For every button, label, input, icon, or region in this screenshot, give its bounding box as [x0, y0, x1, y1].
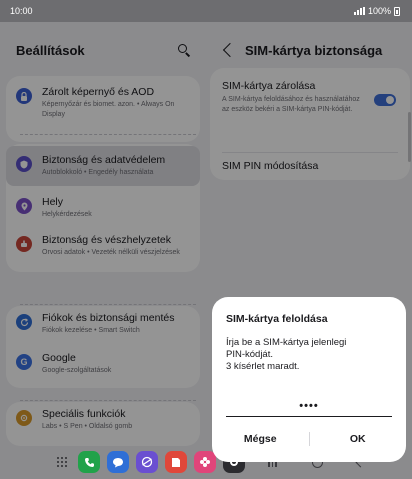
status-time: 10:00 — [10, 6, 33, 16]
lock-icon — [16, 88, 32, 104]
settings-title: Beállítások — [16, 42, 85, 58]
settings-item-lock-screen[interactable]: Zárolt képernyő és AOD Képernyőzár és bi… — [6, 86, 200, 130]
messages-app-icon[interactable] — [107, 451, 129, 473]
back-arrow-icon[interactable] — [222, 42, 238, 58]
battery-icon — [394, 6, 400, 16]
gallery-app-icon[interactable] — [194, 451, 216, 473]
shield-icon — [16, 156, 32, 172]
apps-grid-icon[interactable] — [57, 457, 67, 467]
settings-group-accounts: Fiókok és biztonsági mentés Fiókok kezel… — [6, 306, 200, 388]
search-icon[interactable] — [176, 42, 192, 58]
settings-pane: Beállítások Zárolt képernyő és AOD Képer… — [0, 22, 206, 479]
change-sim-pin-label: SIM PIN módosítása — [222, 160, 319, 172]
change-sim-pin-row[interactable]: SIM PIN módosítása — [222, 160, 398, 173]
divider — [20, 400, 196, 401]
advanced-features-icon — [16, 410, 32, 426]
settings-group-advanced: Speciális funkciók Labs • S Pen • Oldals… — [6, 402, 200, 446]
google-icon: G — [16, 354, 32, 370]
divider — [222, 152, 398, 153]
signal-icon — [353, 7, 365, 15]
screen: Beállítások Zárolt képernyő és AOD Képer… — [0, 22, 412, 479]
settings-item-safety-emergency[interactable]: Biztonság és vészhelyzetek Orvosi adatok… — [6, 234, 200, 270]
settings-item-security-privacy[interactable]: Biztonság és adatvédelem Autoblokkoló • … — [6, 146, 200, 186]
pin-input[interactable]: •••• — [226, 399, 392, 417]
phone-app-icon[interactable] — [78, 451, 100, 473]
sim-unlock-dialog: SIM-kártya feloldása Írja be a SIM-kárty… — [212, 297, 406, 462]
settings-group-security: Biztonság és adatvédelem Autoblokkoló • … — [6, 144, 200, 272]
sync-icon — [16, 314, 32, 330]
battery-percent: 100% — [367, 6, 391, 16]
scrollbar[interactable] — [408, 112, 411, 162]
settings-item-location[interactable]: Hely Helykérdezések — [6, 196, 200, 226]
sim-security-title: SIM-kártya biztonsága — [245, 42, 383, 58]
sim-lock-row[interactable]: SIM-kártya zárolása A SIM-kártya feloldá… — [222, 80, 368, 114]
ok-button[interactable]: OK — [310, 433, 407, 445]
settings-item-accounts-backup[interactable]: Fiókok és biztonsági mentés Fiókok kezel… — [6, 312, 200, 342]
sim-lock-description: A SIM-kártya feloldásához és használatáh… — [222, 96, 360, 113]
sim-security-group: SIM-kártya zárolása A SIM-kártya feloldá… — [210, 68, 410, 180]
settings-item-advanced-features[interactable]: Speciális funkciók Labs • S Pen • Oldals… — [6, 408, 200, 438]
settings-group-lock: Zárolt képernyő és AOD Képernyőzár és bi… — [6, 76, 200, 142]
location-pin-icon — [16, 198, 32, 214]
internet-app-icon[interactable] — [136, 451, 158, 473]
status-bar: 10:00 100% — [0, 0, 412, 22]
divider — [20, 304, 196, 305]
dialog-message: Írja be a SIM-kártya jelenlegi PIN-kódjá… — [226, 337, 347, 372]
emergency-icon — [16, 236, 32, 252]
settings-item-google[interactable]: G Google Google-szolgáltatások — [6, 352, 200, 382]
cancel-button[interactable]: Mégse — [212, 433, 309, 445]
divider — [20, 134, 196, 135]
notes-app-icon[interactable] — [165, 451, 187, 473]
sim-lock-toggle[interactable] — [374, 94, 396, 106]
sim-lock-title: SIM-kártya zárolása — [222, 80, 316, 92]
dialog-title: SIM-kártya feloldása — [226, 313, 328, 325]
